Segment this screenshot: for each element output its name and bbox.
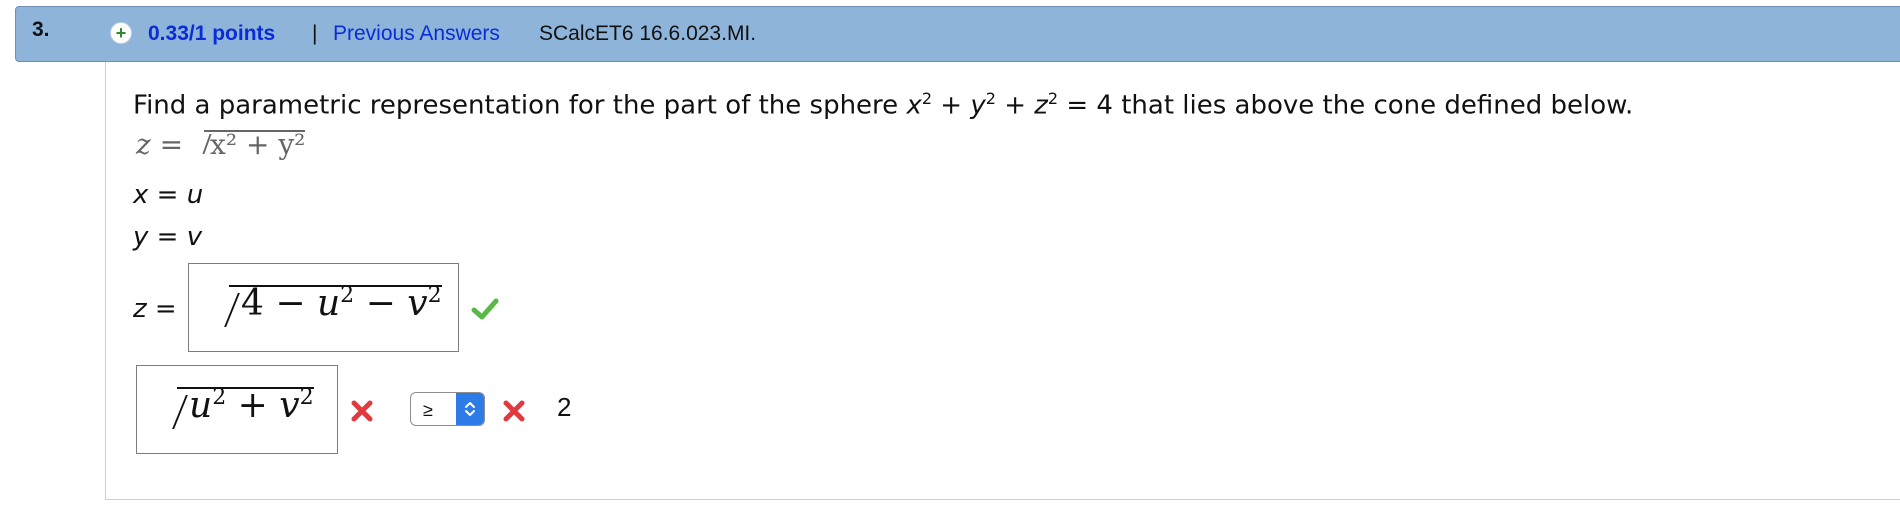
inequality-operator-select[interactable]: ≥	[410, 392, 485, 426]
x-icon	[503, 400, 525, 422]
header-separator: |	[312, 22, 318, 45]
points-link[interactable]: 0.33/1 points	[148, 22, 275, 46]
question-panel: 3. + 0.33/1 points | Previous Answers SC…	[0, 0, 1900, 520]
z-label: z =	[133, 294, 177, 324]
question-header	[15, 6, 1900, 62]
check-icon	[471, 298, 499, 320]
y-parametrization: y = v	[133, 222, 203, 252]
inequality-operator-value: ≥	[423, 400, 433, 420]
question-text: Find a parametric representation for the…	[133, 89, 1634, 121]
inequality-right-value: 2	[557, 392, 572, 422]
z-answer-expression: 4 − u2 − v2	[207, 283, 442, 324]
cone-equation: z = x² + y²	[136, 128, 306, 161]
inequality-left-field[interactable]: u2 + v2	[136, 365, 338, 454]
x-parametrization: x = u	[133, 180, 204, 210]
previous-answers-link[interactable]: Previous Answers	[333, 22, 500, 46]
select-arrow-icon	[456, 393, 484, 425]
course-code: SCalcET6 16.6.023.MI.	[539, 22, 757, 45]
x-icon	[351, 400, 373, 422]
z-answer-field[interactable]: 4 − u2 − v2	[188, 263, 459, 352]
inequality-left-expression: u2 + v2	[155, 385, 314, 426]
question-number: 3.	[32, 18, 50, 41]
plus-icon[interactable]: +	[110, 22, 132, 44]
